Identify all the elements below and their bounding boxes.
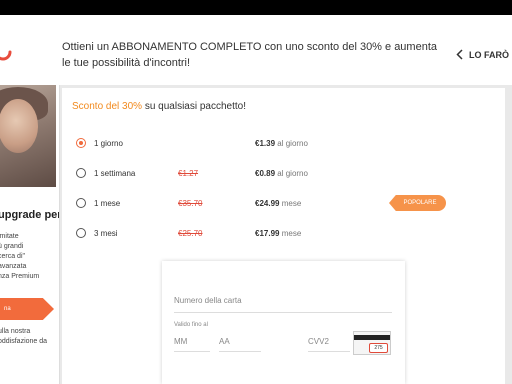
pricing-panel: Sconto del 30% su qualsiasi pacchetto! 1… — [62, 88, 505, 384]
valid-until-label: Valido fino al — [174, 322, 208, 328]
upgrade-title: upgrade per: — [0, 209, 59, 221]
radio-button[interactable] — [76, 168, 86, 178]
cvv-card-icon: 275 — [353, 331, 391, 355]
upgrade-headline: Ottieni un ABBONAMENTO COMPLETO con uno … — [62, 41, 437, 69]
brand-logo-icon — [0, 50, 12, 61]
profile-photo — [0, 85, 56, 187]
chevron-left-icon — [456, 49, 463, 60]
discount-title: Sconto del 30% su qualsiasi pacchetto! — [72, 101, 246, 112]
expiry-month-input[interactable]: MM — [174, 335, 210, 352]
old-price: €35.70 — [178, 199, 203, 208]
price-unit: al giorno — [277, 169, 308, 178]
payment-card-form: Numero della carta Valido fino al MM AA … — [162, 261, 405, 384]
benefit-item: ù grandi — [0, 243, 24, 250]
plan-price: €17.99 mese — [255, 229, 301, 238]
radio-button[interactable] — [76, 228, 86, 238]
price-value: €1.39 — [255, 139, 276, 148]
benefits-list: imitate ù grandi cerca di" avanzata nza … — [0, 232, 39, 282]
discount-rest: su qualsiasi pacchetto! — [142, 101, 247, 112]
price-unit: al giorno — [277, 139, 308, 148]
cvv-example: 275 — [369, 343, 388, 353]
plan-option-1-day[interactable]: 1 giorno — [76, 135, 123, 151]
price-value: €17.99 — [255, 229, 280, 238]
benefit-item: nza Premium — [0, 273, 40, 280]
old-price: €1.27 — [178, 169, 199, 178]
plan-option-3-months[interactable]: 3 mesi — [76, 225, 118, 241]
radio-button[interactable] — [76, 138, 86, 148]
profile-sidebar: upgrade per: imitate ù grandi cerca di" … — [0, 85, 60, 384]
sidebar-upgrade-button[interactable]: na — [0, 298, 54, 320]
price-unit: mese — [281, 199, 302, 208]
card-number-input[interactable]: Numero della carta — [174, 294, 392, 313]
plan-label: 1 mese — [94, 198, 121, 208]
benefit-item: cerca di" — [0, 253, 25, 260]
radio-button[interactable] — [76, 198, 86, 208]
later-button-label: LO FARÒ — [469, 49, 509, 60]
popular-badge: POPOLARE — [389, 195, 446, 211]
later-button[interactable]: LO FARÒ — [456, 49, 509, 60]
plan-price: €24.99 mese — [255, 199, 301, 208]
plan-price: €1.39 al giorno — [255, 139, 308, 148]
price-value: €0.89 — [255, 169, 276, 178]
plan-price: €0.89 al giorno — [255, 169, 308, 178]
plan-option-1-week[interactable]: 1 settimana — [76, 165, 135, 181]
browser-top-bar — [0, 0, 512, 15]
cvv-input[interactable]: CVV2 — [308, 335, 350, 352]
price-unit: mese — [281, 229, 302, 238]
plan-label: 1 giorno — [94, 138, 123, 148]
price-value: €24.99 — [255, 199, 280, 208]
guarantee-text: ulla nostra oddisfazione da — [0, 327, 47, 347]
benefit-item: imitate — [0, 233, 19, 240]
discount-accent: Sconto del 30% — [72, 101, 143, 112]
guarantee-line: oddisfazione da — [0, 338, 48, 345]
old-price: €25.70 — [178, 229, 203, 238]
plan-label: 1 settimana — [94, 168, 136, 178]
plan-label: 3 mesi — [94, 228, 118, 238]
expiry-year-input[interactable]: AA — [219, 335, 261, 352]
plan-option-1-month[interactable]: 1 mese — [76, 195, 120, 211]
benefit-item: avanzata — [0, 263, 27, 270]
guarantee-line: ulla nostra — [0, 328, 31, 335]
header: Ottieni un ABBONAMENTO COMPLETO con uno … — [0, 15, 512, 85]
